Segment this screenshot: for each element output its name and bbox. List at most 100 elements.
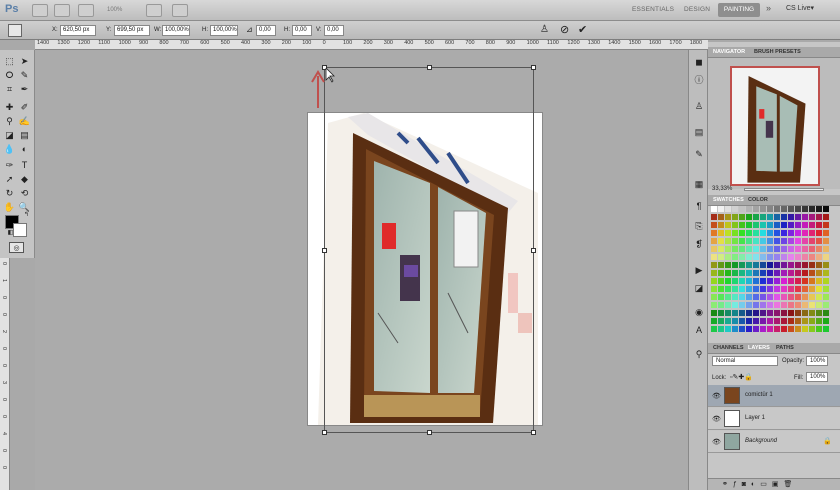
color-swatch[interactable]	[774, 214, 780, 220]
tab-brush-presets[interactable]: BRUSH PRESETS	[754, 49, 801, 55]
color-swatch[interactable]	[732, 254, 738, 260]
color-swatch[interactable]	[753, 214, 759, 220]
color-swatch[interactable]	[823, 254, 829, 260]
color-swatch[interactable]	[760, 302, 766, 308]
color-swatch[interactable]	[781, 286, 787, 292]
color-swatch[interactable]	[718, 318, 724, 324]
color-swatch[interactable]	[711, 214, 717, 220]
cancel-icon[interactable]: ⊘	[560, 23, 569, 36]
color-swatch[interactable]	[739, 238, 745, 244]
color-swatch[interactable]	[774, 230, 780, 236]
color-swatch[interactable]	[809, 278, 815, 284]
color-swatch[interactable]	[788, 230, 794, 236]
crop-tool-icon[interactable]: ⌗	[3, 84, 16, 95]
info-icon[interactable]: ⓘ	[693, 74, 705, 86]
color-swatch[interactable]	[718, 278, 724, 284]
color-swatch[interactable]	[767, 214, 773, 220]
color-swatch[interactable]	[725, 238, 731, 244]
color-swatch[interactable]	[718, 206, 724, 212]
color-swatch[interactable]	[725, 222, 731, 228]
color-swatch[interactable]	[753, 286, 759, 292]
color-swatch[interactable]	[788, 246, 794, 252]
color-swatch[interactable]	[760, 214, 766, 220]
histogram-panel-icon[interactable]: ▦	[693, 178, 705, 190]
color-swatch[interactable]	[816, 262, 822, 268]
character-panel-icon[interactable]: A	[693, 324, 705, 336]
color-swatch[interactable]	[767, 222, 773, 228]
color-swatch[interactable]	[725, 294, 731, 300]
color-swatch[interactable]	[732, 246, 738, 252]
color-swatch[interactable]	[746, 254, 752, 260]
color-swatch[interactable]	[781, 254, 787, 260]
color-swatch[interactable]	[795, 214, 801, 220]
color-swatch[interactable]	[781, 262, 787, 268]
adjustments-panel-icon[interactable]: ◪	[693, 282, 705, 294]
bridge-button[interactable]	[32, 4, 48, 17]
color-swatch[interactable]	[732, 286, 738, 292]
color-swatch[interactable]	[795, 254, 801, 260]
color-swatch[interactable]	[732, 278, 738, 284]
color-swatch[interactable]	[718, 294, 724, 300]
color-swatch[interactable]	[816, 214, 822, 220]
eraser-tool-icon[interactable]: ◪	[3, 130, 16, 141]
color-swatch[interactable]	[788, 326, 794, 332]
color-swatch[interactable]	[725, 326, 731, 332]
color-swatch[interactable]	[711, 286, 717, 292]
color-swatch[interactable]	[823, 206, 829, 212]
color-swatch[interactable]	[732, 222, 738, 228]
color-swatch[interactable]	[781, 270, 787, 276]
color-swatch[interactable]	[725, 230, 731, 236]
eye-icon[interactable]: 👁	[712, 415, 721, 423]
color-swatch[interactable]	[753, 262, 759, 268]
color-swatch[interactable]	[823, 246, 829, 252]
color-swatch[interactable]	[739, 214, 745, 220]
color-swatch[interactable]	[781, 278, 787, 284]
color-swatch[interactable]	[795, 278, 801, 284]
color-swatch[interactable]	[809, 294, 815, 300]
color-swatch[interactable]	[802, 214, 808, 220]
navigator-zoom-slider[interactable]	[744, 188, 824, 191]
marquee-tool-icon[interactable]: ⬚	[3, 56, 16, 67]
tab-color[interactable]: COLOR	[748, 197, 768, 203]
color-swatch[interactable]	[802, 262, 808, 268]
hand-tool-icon[interactable]: ✋	[3, 202, 16, 213]
lock-icons[interactable]: ▫✎✚🔒	[730, 373, 753, 381]
color-swatch[interactable]	[760, 278, 766, 284]
color-swatch[interactable]	[753, 246, 759, 252]
color-swatch[interactable]	[823, 294, 829, 300]
swatch-grid[interactable]	[711, 206, 831, 334]
color-swatch[interactable]	[732, 262, 738, 268]
color-swatch[interactable]	[816, 294, 822, 300]
color-swatch[interactable]	[746, 262, 752, 268]
color-swatch[interactable]	[753, 278, 759, 284]
tool-presets-icon[interactable]: ⚲	[693, 348, 705, 360]
tab-layers[interactable]: LAYERS	[748, 345, 770, 351]
color-swatch[interactable]	[739, 278, 745, 284]
brush-tool-icon[interactable]: ✐	[18, 102, 31, 113]
color-swatch[interactable]	[809, 254, 815, 260]
color-swatch[interactable]	[753, 318, 759, 324]
layer-row-background[interactable]: 👁 Background 🔒	[708, 431, 840, 453]
color-swatch[interactable]	[823, 214, 829, 220]
color-swatch[interactable]	[774, 278, 780, 284]
lasso-tool-icon[interactable]: ⵔ	[3, 70, 16, 81]
color-swatch[interactable]	[746, 326, 752, 332]
color-swatch[interactable]	[746, 270, 752, 276]
color-swatch[interactable]	[781, 230, 787, 236]
clone-stamp-tool-icon[interactable]: ⚲	[3, 116, 16, 127]
color-swatch[interactable]	[781, 326, 787, 332]
color-swatch[interactable]	[760, 294, 766, 300]
transform-handle-bottom[interactable]	[427, 430, 432, 435]
color-swatch[interactable]	[718, 326, 724, 332]
color-swatch[interactable]	[739, 222, 745, 228]
color-swatch[interactable]	[788, 262, 794, 268]
color-swatch[interactable]	[725, 206, 731, 212]
color-swatch[interactable]	[711, 318, 717, 324]
zoom-level-select[interactable]: 100%	[104, 4, 140, 17]
color-swatch[interactable]	[767, 262, 773, 268]
color-swatch[interactable]	[711, 254, 717, 260]
color-swatch[interactable]	[711, 222, 717, 228]
color-swatch[interactable]	[746, 238, 752, 244]
color-swatch[interactable]	[767, 286, 773, 292]
history-brush-tool-icon[interactable]: ✍	[18, 116, 31, 127]
